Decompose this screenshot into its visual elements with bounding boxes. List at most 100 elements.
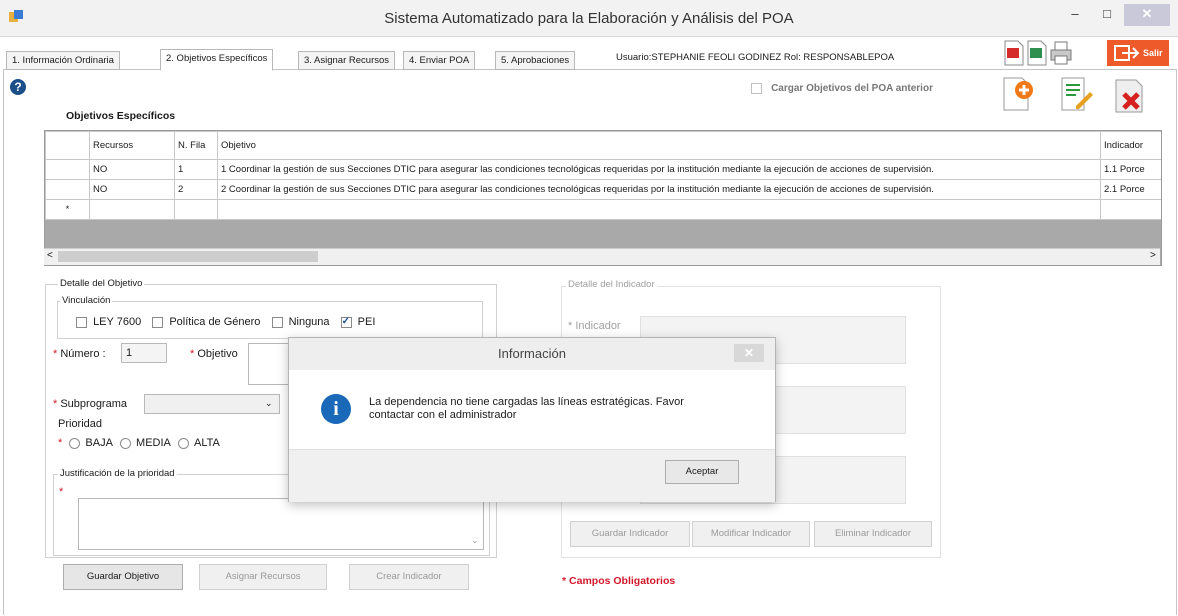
load-previous-check[interactable]	[751, 82, 762, 94]
tab-asignar-recursos[interactable]: 3. Asignar Recursos	[298, 51, 396, 70]
maximize-button[interactable]: □	[1092, 4, 1122, 26]
campos-obligatorios-label: Campos Obligatorios	[569, 575, 676, 587]
column-header-objetivo[interactable]: Objetivo	[217, 131, 1101, 160]
title-bar: Sistema Automatizado para la Elaboración…	[0, 0, 1178, 37]
new-cell-objetivo[interactable]	[217, 199, 1101, 220]
cell-recursos[interactable]: NO	[89, 159, 175, 180]
media-label: MEDIA	[136, 437, 171, 449]
load-previous-checkbox[interactable]: Cargar Objetivos del POA anterior	[751, 82, 933, 94]
help-icon[interactable]: ?	[10, 79, 26, 95]
guardar-indicador-button[interactable]: Guardar Indicador	[570, 521, 690, 547]
guardar-objetivo-button[interactable]: Guardar Objetivo	[63, 564, 183, 590]
row-header-corner	[45, 131, 90, 160]
row-header[interactable]	[45, 179, 90, 200]
scroll-left-arrow-icon[interactable]: <	[47, 250, 53, 261]
required-mark: *	[53, 348, 58, 360]
info-icon: i	[321, 394, 351, 424]
tab-objetivos-especificos[interactable]: 2. Objetivos Específicos	[160, 49, 274, 71]
required-mark: *	[59, 486, 64, 498]
vinculacion-options: LEY 7600 Política de Género Ninguna PEI	[76, 316, 375, 328]
objectives-grid: Recursos N. Fila Objetivo Indicador NO 1…	[44, 130, 1162, 266]
pdf-icon[interactable]	[1003, 40, 1025, 66]
indicador-label: Indicador	[575, 320, 621, 332]
add-document-icon[interactable]	[1000, 76, 1036, 112]
new-row-marker[interactable]: *	[45, 199, 90, 220]
grid-header-row: Recursos N. Fila Objetivo Indicador	[45, 131, 1161, 160]
window-title: Sistema Automatizado para la Elaboración…	[384, 10, 794, 27]
exit-icon	[1114, 45, 1140, 61]
politica-genero-label: Política de Género	[169, 316, 261, 328]
scroll-right-arrow-icon[interactable]: >	[1150, 250, 1156, 261]
ninguna-checkbox[interactable]	[271, 316, 283, 328]
eliminar-indicador-button[interactable]: Eliminar Indicador	[814, 521, 932, 547]
edit-document-icon[interactable]	[1058, 76, 1094, 112]
new-cell-indicador[interactable]	[1100, 199, 1161, 220]
dialog-message: La dependencia no tiene cargadas las lín…	[369, 396, 684, 421]
ley7600-checkbox[interactable]	[76, 316, 87, 328]
cell-indicador[interactable]: 1.1 Porce	[1100, 159, 1161, 180]
column-header-indicador[interactable]: Indicador	[1100, 131, 1161, 160]
required-mark: *	[562, 575, 567, 587]
modificar-indicador-button[interactable]: Modificar Indicador	[692, 521, 810, 547]
minimize-button[interactable]: –	[1060, 4, 1090, 26]
new-row[interactable]: *	[45, 199, 1161, 220]
aceptar-button[interactable]: Aceptar	[665, 460, 739, 484]
cell-recursos[interactable]: NO	[89, 179, 175, 200]
table-row[interactable]: NO 2 2 Coordinar la gestión de sus Secci…	[45, 179, 1161, 200]
dialog-close-button[interactable]: ✕	[734, 344, 764, 362]
baja-radio[interactable]	[69, 437, 81, 449]
scroll-thumb[interactable]	[58, 251, 318, 262]
justificacion-input[interactable]: ⌄	[78, 498, 484, 550]
baja-label: BAJA	[85, 437, 113, 449]
objetivo-label: Objetivo	[197, 348, 238, 360]
ley7600-label: LEY 7600	[93, 316, 142, 328]
information-dialog: Información ✕ i La dependencia no tiene …	[288, 337, 776, 502]
politica-genero-checkbox[interactable]	[152, 316, 164, 328]
column-header-recursos[interactable]: Recursos	[89, 131, 175, 160]
indicador-field-label: * Indicador	[568, 320, 621, 332]
numero-input[interactable]: 1	[121, 343, 167, 363]
new-cell-recursos[interactable]	[89, 199, 175, 220]
alta-label: ALTA	[194, 437, 220, 449]
objetivo-field-label: * Objetivo	[190, 348, 238, 360]
asignar-recursos-button[interactable]: Asignar Recursos	[199, 564, 327, 590]
required-mark: *	[568, 320, 573, 332]
required-mark: *	[58, 437, 63, 449]
required-mark: *	[190, 348, 195, 360]
cell-objetivo[interactable]: 2 Coordinar la gestión de sus Secciones …	[217, 179, 1101, 200]
cell-objetivo[interactable]: 1 Coordinar la gestión de sus Secciones …	[217, 159, 1101, 180]
tab-informacion-ordinaria[interactable]: 1. Información Ordinaria	[6, 51, 120, 70]
cell-fila[interactable]: 1	[174, 159, 218, 180]
user-role-label: Usuario:STEPHANIE FEOLI GODINEZ Rol: RES…	[616, 52, 895, 63]
dialog-title: Información	[289, 338, 775, 370]
column-header-fila[interactable]: N. Fila	[174, 131, 218, 160]
subprograma-label: Subprograma	[60, 398, 127, 410]
print-icon[interactable]	[1049, 40, 1073, 66]
ninguna-label: Ninguna	[288, 316, 330, 328]
salir-button[interactable]: Salir	[1107, 40, 1169, 66]
required-mark: *	[53, 398, 58, 410]
close-window-button[interactable]: ✕	[1124, 4, 1170, 26]
justificacion-legend: Justificación de la prioridad	[58, 468, 177, 479]
media-radio[interactable]	[119, 437, 131, 449]
cell-fila[interactable]: 2	[174, 179, 218, 200]
table-row[interactable]: NO 1 1 Coordinar la gestión de sus Secci…	[45, 159, 1161, 180]
salir-label: Salir	[1143, 48, 1163, 58]
chevron-down-icon: ⌄	[265, 398, 273, 408]
alta-radio[interactable]	[177, 437, 189, 449]
grid-horizontal-scrollbar[interactable]: < >	[44, 248, 1160, 265]
tab-aprobaciones[interactable]: 5. Aprobaciones	[495, 51, 576, 70]
load-previous-label: Cargar Objetivos del POA anterior	[771, 83, 933, 94]
subprograma-select[interactable]: ⌄	[144, 394, 280, 414]
campos-obligatorios-note: * Campos Obligatorios	[562, 575, 675, 587]
cell-indicador[interactable]: 2.1 Porce	[1100, 179, 1161, 200]
dialog-footer: Aceptar	[289, 449, 775, 502]
excel-icon[interactable]	[1026, 40, 1048, 66]
row-header[interactable]	[45, 159, 90, 180]
tab-enviar-poa[interactable]: 4. Enviar POA	[403, 51, 476, 70]
crear-indicador-button[interactable]: Crear Indicador	[349, 564, 469, 590]
delete-document-icon[interactable]	[1112, 78, 1148, 114]
scroll-down-icon[interactable]: ⌄	[471, 535, 479, 546]
pei-checkbox[interactable]	[340, 316, 352, 328]
new-cell-fila[interactable]	[174, 199, 218, 220]
